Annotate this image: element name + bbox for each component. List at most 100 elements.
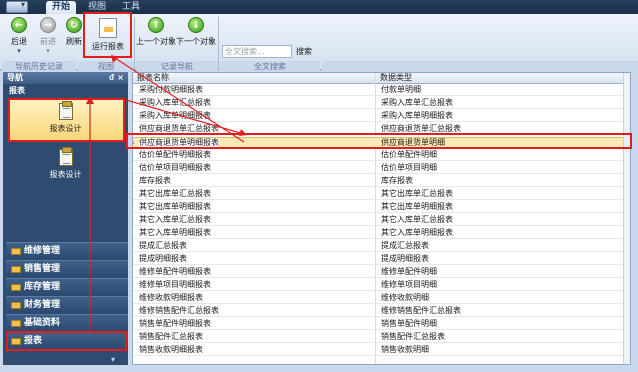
vertical-scrollbar[interactable]: [623, 73, 630, 364]
prev-object-button[interactable]: ↑ 上一个对象: [136, 17, 176, 47]
cell-data-type[interactable]: 提成明细报表: [381, 254, 429, 264]
cell-data-type[interactable]: 估价单项目明细: [381, 163, 437, 173]
pin-icon[interactable]: ᵭ: [109, 72, 114, 84]
cell-report-name[interactable]: 其它出库单汇总报表: [139, 189, 211, 199]
cell-report-name[interactable]: 销售配件汇总报表: [139, 332, 203, 342]
arrow-right-icon: →: [40, 17, 56, 33]
table-row[interactable]: 估价单配件明细报表 估价单配件明细: [133, 150, 630, 161]
cell-data-type[interactable]: 维修收款明细: [381, 293, 429, 303]
cell-report-name[interactable]: 提成汇总报表: [139, 241, 187, 251]
cell-data-type[interactable]: 估价单配件明细: [381, 150, 437, 160]
chevron-down-icon[interactable]: ▾: [111, 355, 115, 364]
cell-data-type[interactable]: 提成汇总报表: [381, 241, 429, 251]
cell-report-name[interactable]: 维修单配件明细报表: [139, 267, 211, 277]
cell-report-name[interactable]: 维修销售配件汇总报表: [139, 306, 219, 316]
tab-start[interactable]: 开始: [46, 1, 77, 14]
table-row[interactable]: 采购入库单明细报表 采购入库单明细报表: [133, 111, 630, 122]
cell-data-type[interactable]: 销售收款明细: [381, 345, 429, 355]
table-row[interactable]: 提成明细报表 提成明细报表: [133, 254, 630, 265]
table-row[interactable]: 其它入库单明细报表 其它入库单明细报表: [133, 228, 630, 239]
nav-category-sales[interactable]: 销售管理: [6, 260, 128, 277]
table-row[interactable]: 采购入库单汇总报表 采购入库单汇总报表: [133, 98, 630, 109]
back-button[interactable]: ← 后退 ▾: [6, 17, 32, 55]
table-row[interactable]: 提成汇总报表 提成汇总报表: [133, 241, 630, 252]
category-label: 基础资料: [24, 318, 61, 328]
nav-category-repair[interactable]: 维修管理: [6, 242, 128, 259]
report-run-icon: [99, 18, 117, 38]
ribbon: ← 后退 ▾ → 前进 ▾ ↻ 刷新 运行报表 ↑ 上一个对象 ↓ 下一个对象 …: [0, 12, 638, 71]
cell-report-name[interactable]: 采购付款明细报表: [139, 85, 203, 95]
category-label: 销售管理: [24, 264, 61, 274]
cell-data-type[interactable]: 维修销售配件汇总报表: [381, 306, 461, 316]
table-row[interactable]: 其它入库单汇总报表 其它入库单汇总报表: [133, 215, 630, 226]
cell-data-type[interactable]: 其它入库单明细报表: [381, 228, 453, 238]
nav-category-basic-data[interactable]: 基础资料: [6, 314, 128, 331]
group-caption-record-nav: 记录导航: [136, 61, 218, 71]
report-design-icon: [58, 147, 73, 166]
forward-button[interactable]: → 前进 ▾: [35, 17, 61, 55]
table-row[interactable]: 维修收款明细报表 维修收款明细: [133, 293, 630, 304]
cell-report-name[interactable]: 其它入库单明细报表: [139, 228, 211, 238]
annotation-reports-category-highlight: [6, 331, 127, 351]
navigation-pane: 导航 ᵭ × 报表 报表设计 报表设计 维修管理 销售管理 库存管理 财务管理 …: [3, 72, 128, 365]
folder-icon: [11, 248, 21, 255]
cell-report-name[interactable]: 其它出库单明细报表: [139, 202, 211, 212]
cell-report-name[interactable]: 估价单项目明细报表: [139, 163, 211, 173]
next-object-button[interactable]: ↓ 下一个对象: [176, 17, 216, 47]
cell-data-type[interactable]: 采购入库单汇总报表: [381, 98, 453, 108]
cell-data-type[interactable]: 库存报表: [381, 176, 413, 186]
arrow-left-icon: ←: [11, 17, 27, 33]
table-row[interactable]: 销售配件汇总报表 销售配件汇总报表: [133, 332, 630, 343]
folder-icon: [11, 302, 21, 309]
close-icon[interactable]: ×: [117, 72, 124, 84]
table-row[interactable]: 维修单配件明细报表 维修单配件明细: [133, 267, 630, 278]
cell-data-type[interactable]: 销售单配件明细: [381, 319, 437, 329]
fulltext-search-input[interactable]: 全文搜索...: [222, 45, 292, 58]
table-row[interactable]: 销售收款明细报表 销售收款明细: [133, 345, 630, 356]
cell-report-name[interactable]: 库存报表: [139, 176, 171, 186]
nav-group-title: 报表: [9, 86, 25, 95]
table-row[interactable]: 其它出库单汇总报表 其它出库单汇总报表: [133, 189, 630, 200]
table-row[interactable]: 其它出库单明细报表 其它出库单明细报表: [133, 202, 630, 213]
cell-report-name[interactable]: 采购入库单明细报表: [139, 111, 211, 121]
cell-data-type[interactable]: 维修单配件明细: [381, 267, 437, 277]
application-menu-button[interactable]: [6, 0, 28, 13]
cell-data-type[interactable]: 付款单明细: [381, 85, 421, 95]
table-row[interactable]: 维修销售配件汇总报表 维修销售配件汇总报表: [133, 306, 630, 317]
cell-report-name[interactable]: 采购入库单汇总报表: [139, 98, 211, 108]
nav-item-report-design[interactable]: 报表设计: [8, 146, 123, 186]
cell-data-type[interactable]: 其它入库单汇总报表: [381, 215, 453, 225]
nav-item-label: 报表设计: [49, 170, 82, 179]
column-header-data-type[interactable]: 数据类型: [376, 73, 630, 84]
cell-report-name[interactable]: 估价单配件明细报表: [139, 150, 211, 160]
table-row[interactable]: 估价单项目明细报表 估价单项目明细: [133, 163, 630, 174]
cell-data-type[interactable]: 销售配件汇总报表: [381, 332, 445, 342]
report-grid: 报表名称 数据类型 采购付款明细报表 付款单明细 采购入库单汇总报表 采购入库单汇总报…: [132, 72, 631, 365]
cell-report-name[interactable]: 销售单配件明细报表: [139, 319, 211, 329]
back-label: 后退: [11, 37, 27, 46]
category-label: 财务管理: [24, 300, 61, 310]
table-row[interactable]: 维修单项目明细报表 维修单项目明细: [133, 280, 630, 291]
divider: [134, 17, 135, 69]
cell-report-name[interactable]: 销售收款明细报表: [139, 345, 203, 355]
cell-report-name[interactable]: 提成明细报表: [139, 254, 187, 264]
cell-report-name[interactable]: 其它入库单汇总报表: [139, 215, 211, 225]
cell-data-type[interactable]: 维修单项目明细: [381, 280, 437, 290]
table-row[interactable]: 库存报表 库存报表: [133, 176, 630, 187]
cell-data-type[interactable]: 其它出库单汇总报表: [381, 189, 453, 199]
ribbon-caption-strip: [322, 61, 638, 70]
folder-icon: [11, 266, 21, 273]
table-row[interactable]: 销售单配件明细报表 销售单配件明细: [133, 319, 630, 330]
search-button[interactable]: 搜索: [293, 45, 315, 58]
cell-data-type[interactable]: 其它出库单明细报表: [381, 202, 453, 212]
group-caption-fulltext: 全文搜索: [220, 61, 320, 71]
table-row[interactable]: 采购付款明细报表 付款单明细: [133, 85, 630, 96]
nav-category-finance[interactable]: 财务管理: [6, 296, 128, 313]
cell-data-type[interactable]: 采购入库单明细报表: [381, 111, 453, 121]
cell-report-name[interactable]: 维修单项目明细报表: [139, 280, 211, 290]
cell-report-name[interactable]: 维修收款明细报表: [139, 293, 203, 303]
refresh-button[interactable]: ↻ 刷新: [64, 17, 84, 47]
nav-category-inventory[interactable]: 库存管理: [6, 278, 128, 295]
column-header-report-name[interactable]: 报表名称: [133, 73, 376, 84]
run-report-button[interactable]: 运行报表: [88, 18, 128, 52]
